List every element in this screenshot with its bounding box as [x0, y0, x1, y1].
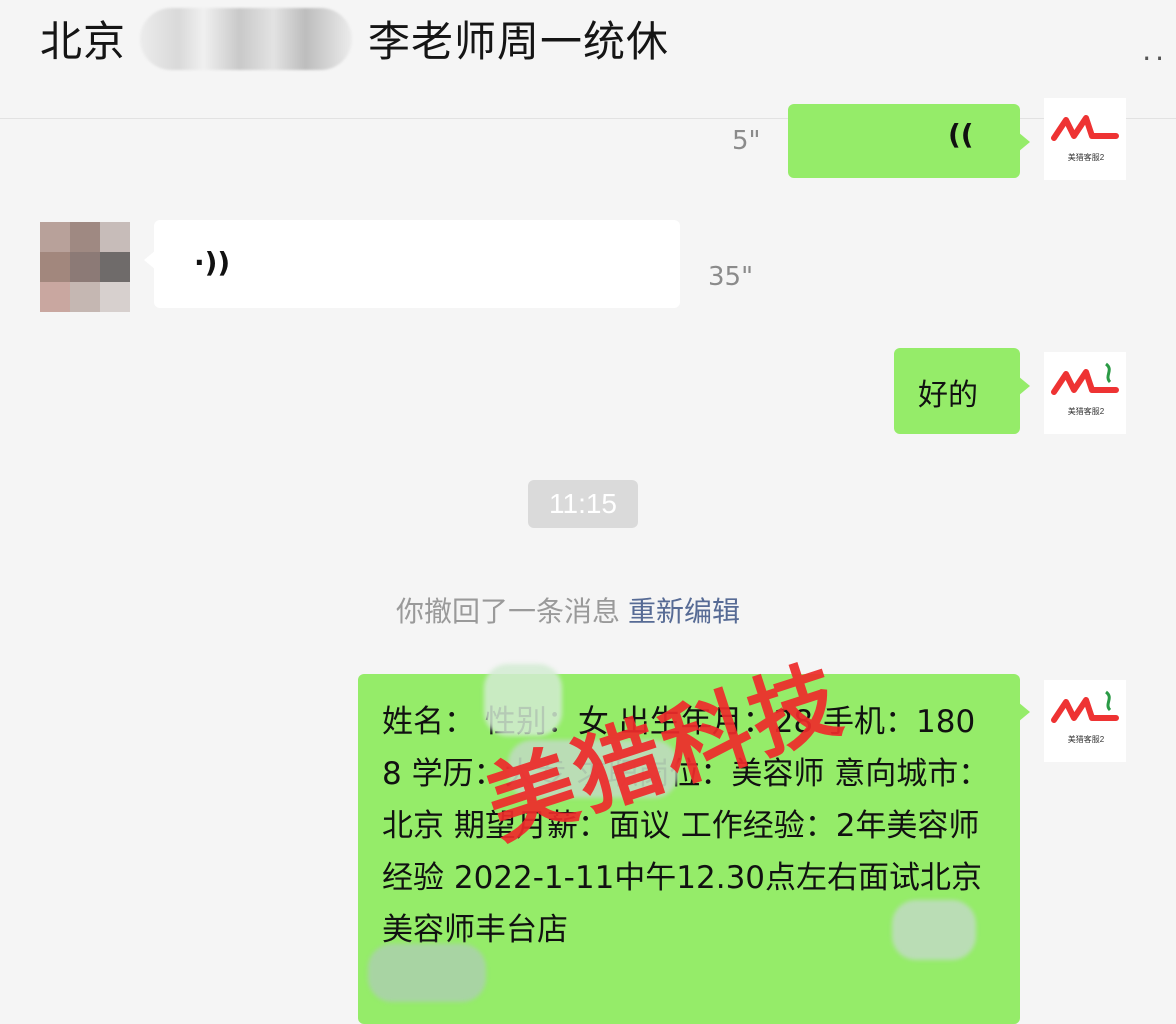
ml-logo-icon: [1051, 690, 1119, 723]
voice-message-in-1[interactable]: ·)): [144, 220, 680, 308]
avatar-logo-2[interactable]: 美猎客服2: [1044, 352, 1126, 434]
sender-avatar[interactable]: [40, 222, 130, 312]
voice-icon: ·)): [194, 246, 231, 279]
chat-header: 北京 李老师周一统休 ··: [0, 0, 1176, 119]
text-message-out-1[interactable]: 好的: [894, 348, 1030, 434]
time-divider: 11:15: [528, 480, 638, 528]
avatar-logo-3[interactable]: 美猎客服2: [1044, 680, 1126, 762]
redacted-location: [892, 900, 976, 960]
voice-duration-1: 5": [732, 126, 761, 156]
ml-logo-icon: [1051, 115, 1119, 141]
voice-message-out-1[interactable]: ((: [788, 104, 1030, 178]
avatar-logo-1[interactable]: 美猎客服2: [1044, 98, 1126, 180]
recall-notice: 你撤回了一条消息 重新编辑: [396, 590, 740, 630]
re-edit-link[interactable]: 重新编辑: [628, 595, 740, 628]
chat-title-suffix: 李老师周一统休: [368, 17, 670, 66]
logo-caption: 美猎客服2: [1067, 407, 1105, 416]
logo-caption: 美猎客服2: [1067, 153, 1105, 162]
voice-duration-2: 35": [708, 262, 754, 292]
voice-icon: ((: [948, 118, 974, 151]
logo-caption: 美猎客服2: [1067, 735, 1105, 744]
blurred-title-segment: [140, 8, 352, 70]
ml-logo-icon: [1051, 362, 1119, 395]
recall-text: 你撤回了一条消息: [396, 595, 621, 628]
chat-title-prefix: 北京: [40, 17, 127, 66]
more-options-button[interactable]: ··: [1142, 42, 1168, 75]
redacted-store: [368, 944, 486, 1002]
message-text: 好的: [918, 378, 978, 413]
